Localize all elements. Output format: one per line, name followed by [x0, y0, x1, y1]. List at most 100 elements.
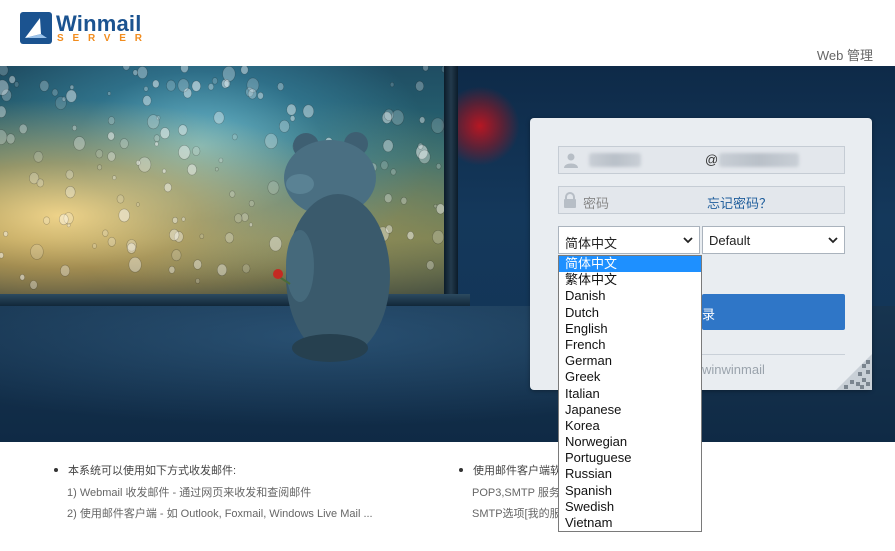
raindrop: [229, 190, 236, 198]
forgot-password-link[interactable]: 忘记密码？: [707, 193, 772, 212]
raindrop: [417, 142, 424, 150]
web-admin-link[interactable]: Web 管理: [817, 45, 873, 64]
language-option[interactable]: Japanese: [559, 402, 701, 418]
raindrop: [65, 89, 77, 103]
raindrop: [234, 213, 243, 224]
language-option[interactable]: Italian: [559, 386, 701, 402]
raindrop: [218, 157, 224, 164]
lock-icon: [564, 192, 576, 208]
raindrop: [199, 233, 205, 240]
raindrop: [61, 96, 67, 102]
language-option[interactable]: Russian: [559, 466, 701, 482]
raindrop: [65, 185, 76, 199]
raindrop: [159, 127, 170, 140]
card-divider: [702, 354, 845, 355]
raindrop: [383, 108, 395, 121]
raindrop: [432, 230, 444, 245]
raindrop: [195, 278, 201, 284]
language-option[interactable]: Swedish: [559, 499, 701, 515]
password-field[interactable]: 密码 忘记密码？: [558, 186, 845, 214]
raindrop: [248, 200, 255, 208]
raindrop: [211, 77, 218, 85]
raindrop: [92, 243, 97, 249]
language-option[interactable]: Greek: [559, 369, 701, 385]
raindrop: [422, 66, 429, 72]
raindrop: [116, 194, 125, 204]
raindrop: [126, 242, 137, 254]
user-icon: [564, 153, 578, 168]
raindrop: [112, 175, 117, 181]
raindrop: [0, 66, 9, 77]
raindrop: [419, 116, 426, 124]
raindrop: [168, 265, 176, 274]
language-option[interactable]: 繁体中文: [559, 272, 701, 288]
raindrop: [162, 168, 167, 174]
brand-tag: winwinmail: [702, 362, 765, 377]
raindrop: [191, 80, 202, 92]
language-option[interactable]: English: [559, 321, 701, 337]
footer-col2-line2: SMTP选项[我的服: [472, 508, 561, 520]
raindrop: [0, 105, 7, 118]
blurred-username: [589, 153, 641, 167]
footer-col2-line1: POP3,SMTP 服务: [472, 487, 560, 499]
language-option[interactable]: Spanish: [559, 483, 701, 499]
footer-col1-title: 本系统可以使用如下方式收发邮件:: [52, 462, 373, 484]
language-option[interactable]: Dutch: [559, 305, 701, 321]
raindrop: [136, 66, 148, 79]
raindrop: [415, 80, 425, 92]
winmail-logo[interactable]: Winmail SERVER: [20, 11, 142, 46]
login-button[interactable]: 录: [702, 294, 845, 330]
raindrop: [65, 169, 74, 180]
language-option[interactable]: German: [559, 353, 701, 369]
language-option[interactable]: Portuguese: [559, 450, 701, 466]
raindrop: [97, 164, 103, 171]
qr-code-icon[interactable]: [836, 354, 872, 390]
raindrop: [215, 167, 219, 172]
raindrop: [107, 116, 116, 125]
raindrop: [107, 91, 112, 96]
raindrop: [177, 78, 190, 93]
raindrop: [433, 204, 438, 209]
raindrop: [171, 249, 182, 262]
raindrop: [3, 230, 9, 237]
raindrop: [132, 69, 139, 76]
language-option[interactable]: Danish: [559, 288, 701, 304]
language-dropdown-list[interactable]: 简体中文 繁体中文 Danish Dutch English French German Gr…: [558, 255, 702, 532]
raindrop: [426, 260, 435, 271]
language-option[interactable]: 简体中文: [559, 256, 701, 273]
language-option[interactable]: Vietnam: [559, 515, 701, 531]
raindrop: [36, 178, 44, 188]
language-option[interactable]: Norwegian: [559, 434, 701, 450]
language-option[interactable]: Korea: [559, 418, 701, 434]
chevron-down-icon: [828, 237, 838, 244]
style-select[interactable]: Default: [702, 226, 845, 254]
raindrop: [248, 222, 253, 228]
raindrop: [69, 84, 75, 90]
raindrop: [73, 136, 86, 151]
language-option[interactable]: French: [559, 337, 701, 353]
raindrop: [163, 182, 172, 193]
raindrop: [169, 228, 180, 241]
raindrop: [178, 124, 188, 136]
raindrop: [107, 151, 116, 162]
page: Winmail SERVER Web 管理 @ 密码 忘记密码？ 简体中文 De…: [0, 0, 895, 551]
raindrop: [122, 66, 131, 71]
footer-col1-line1: 1) Webmail 收发邮件 - 通过网页来收发和查阅邮件: [67, 487, 312, 499]
raindrop: [289, 115, 296, 122]
raindrop: [418, 149, 431, 164]
raindrop: [153, 134, 161, 142]
language-select[interactable]: 简体中文: [558, 226, 700, 254]
raindrop: [6, 133, 16, 145]
footer-column-1: 本系统可以使用如下方式收发邮件: 1) Webmail 收发邮件 - 通过网页来…: [52, 462, 373, 526]
raindrop: [135, 160, 141, 166]
raindrop: [181, 216, 186, 222]
raindrop: [406, 231, 415, 240]
window-frame: [444, 66, 458, 301]
raindrop: [166, 79, 176, 92]
raindrop: [39, 80, 50, 92]
raindrop: [154, 141, 159, 147]
username-field[interactable]: @: [558, 146, 845, 174]
footer-col1-line2: 2) 使用邮件客户端 - 如 Outlook, Foxmail, Windows…: [67, 508, 373, 520]
raindrop: [33, 151, 44, 163]
style-selected-value: Default: [709, 233, 751, 248]
